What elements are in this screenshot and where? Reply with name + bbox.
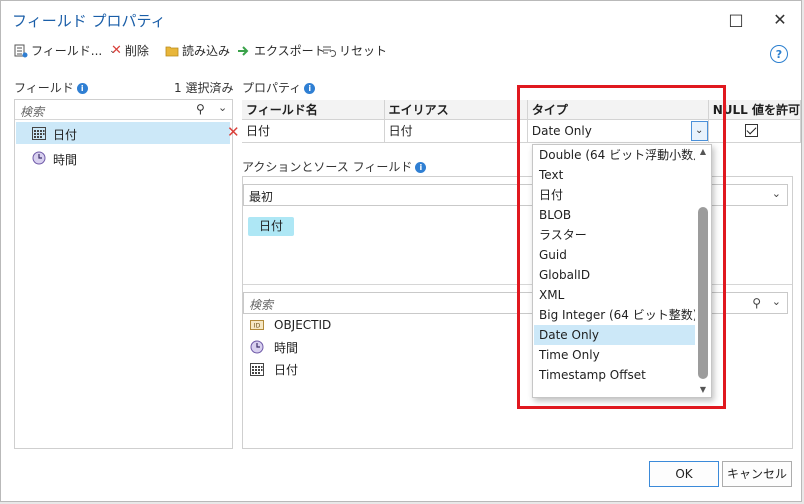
source-item-label: 時間 bbox=[274, 340, 299, 355]
highlight-box bbox=[517, 85, 726, 409]
field-alias-cell[interactable]: 日付 bbox=[384, 119, 528, 143]
folder-icon bbox=[165, 46, 179, 56]
fields-search[interactable]: 検索 ⚲ ⌄ bbox=[15, 100, 232, 120]
search-icon[interactable]: ⚲ bbox=[196, 102, 205, 116]
field-item-label: 日付 bbox=[53, 128, 78, 142]
field-item-time[interactable]: 時間 bbox=[16, 147, 230, 169]
close-button[interactable]: ✕ bbox=[765, 7, 795, 31]
export-button[interactable]: エクスポート bbox=[237, 42, 326, 59]
chevron-down-icon[interactable]: ⌄ bbox=[772, 187, 781, 200]
toolbar: フィールド... ⌄ ✕ 削除 読み込み エクスポート リセット bbox=[1, 39, 801, 63]
clock-icon bbox=[32, 151, 46, 165]
search-icon[interactable]: ⚲ bbox=[752, 296, 761, 310]
selected-count: 1 選択済み bbox=[174, 81, 234, 95]
delete-label: 削除 bbox=[124, 44, 149, 58]
source-item-date[interactable]: 日付 bbox=[250, 359, 298, 379]
clock-icon bbox=[250, 340, 264, 354]
calendar-icon bbox=[250, 363, 264, 376]
properties-heading-label: プロパティ bbox=[242, 81, 302, 95]
fields-icon bbox=[14, 44, 28, 57]
cancel-button[interactable]: キャンセル bbox=[722, 461, 792, 487]
properties-heading: プロパティ i bbox=[242, 79, 316, 96]
column-header-name[interactable]: フィールド名 bbox=[242, 100, 385, 120]
action-dropdown-value: 最初 bbox=[249, 190, 274, 204]
column-header-alias[interactable]: エイリアス bbox=[384, 100, 528, 120]
fields-heading: フィールド i bbox=[14, 79, 88, 96]
fields-list-panel: 検索 ⚲ ⌄ 日付 ✕ 時間 bbox=[14, 99, 240, 449]
import-label: 読み込み bbox=[182, 44, 231, 58]
field-item-date[interactable]: 日付 ✕ bbox=[16, 122, 240, 144]
objectid-icon: ID bbox=[250, 320, 264, 330]
source-item-label: OBJECTID bbox=[274, 318, 332, 332]
source-item-objectid[interactable]: ID OBJECTID bbox=[250, 315, 331, 335]
fields-heading-label: フィールド bbox=[14, 81, 74, 95]
info-icon[interactable]: i bbox=[76, 83, 88, 94]
actions-heading: アクションとソース フィールド i bbox=[242, 158, 427, 175]
help-button[interactable]: ? bbox=[770, 45, 788, 63]
close-icon: ✕ bbox=[773, 9, 787, 29]
delete-icon: ✕ bbox=[111, 43, 122, 58]
chevron-down-icon[interactable]: ⌄ bbox=[218, 101, 227, 114]
field-name-cell[interactable]: 日付 bbox=[242, 119, 385, 143]
title-bar: フィールド プロパティ □ ✕ bbox=[1, 1, 801, 37]
reset-button[interactable]: リセット bbox=[322, 42, 387, 59]
export-label: エクスポート bbox=[254, 44, 326, 58]
maximize-icon: □ bbox=[728, 9, 744, 29]
reset-list-icon bbox=[323, 46, 336, 57]
source-item-time[interactable]: 時間 bbox=[250, 337, 298, 357]
allow-null-checkbox[interactable] bbox=[744, 124, 758, 137]
field-item-label: 時間 bbox=[53, 153, 78, 167]
ok-button[interactable]: OK bbox=[649, 461, 719, 487]
fields-search-placeholder: 検索 bbox=[20, 105, 45, 119]
svg-text:ID: ID bbox=[254, 323, 261, 330]
info-icon[interactable]: i bbox=[304, 83, 316, 94]
field-properties-dialog: フィールド プロパティ □ ✕ フィールド... ⌄ ✕ 削除 読み込み エクス… bbox=[0, 0, 802, 502]
source-item-label: 日付 bbox=[274, 362, 299, 377]
fields-menu-button[interactable]: フィールド... ⌄ bbox=[14, 42, 117, 59]
info-icon[interactable]: i bbox=[415, 162, 427, 173]
import-button[interactable]: 読み込み bbox=[165, 42, 230, 59]
help-icon: ? bbox=[775, 47, 783, 61]
maximize-button[interactable]: □ bbox=[721, 7, 751, 31]
reset-label: リセット bbox=[339, 44, 388, 58]
actions-heading-label: アクションとソース フィールド bbox=[242, 160, 413, 174]
chevron-down-icon[interactable]: ⌄ bbox=[772, 295, 781, 308]
source-field-chip[interactable]: 日付 bbox=[248, 217, 294, 236]
fields-menu-label: フィールド... bbox=[31, 44, 103, 58]
calendar-icon bbox=[32, 127, 46, 140]
export-arrow-icon bbox=[238, 45, 249, 56]
delete-button[interactable]: ✕ 削除 bbox=[111, 42, 149, 59]
remove-field-icon[interactable]: ✕ bbox=[227, 123, 240, 141]
source-search-placeholder: 検索 bbox=[249, 298, 274, 312]
dialog-title: フィールド プロパティ bbox=[12, 12, 166, 30]
